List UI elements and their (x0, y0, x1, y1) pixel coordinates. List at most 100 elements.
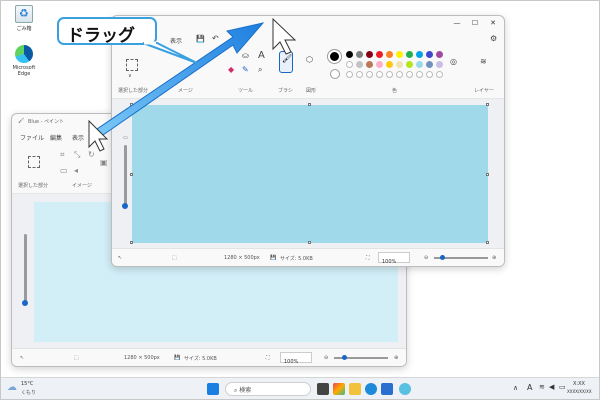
fit-icon[interactable]: ⛶ (266, 355, 270, 361)
desktop-icon-microsoft-edge[interactable]: Microsoft Edge (7, 45, 41, 77)
maximize-icon[interactable]: ☐ (468, 19, 482, 27)
color-swatch[interactable] (426, 51, 433, 58)
taskbar-search-box[interactable]: ⌕ 検索 (225, 382, 311, 396)
crop-icon[interactable]: ⌗ (60, 150, 65, 160)
weather-cloud-icon[interactable]: ☁ (7, 382, 17, 393)
resize-handle[interactable] (486, 173, 489, 176)
zoom-in-icon[interactable]: ⊕ (394, 355, 398, 361)
color-swatch[interactable] (436, 61, 443, 68)
color-swatch[interactable] (356, 51, 363, 58)
custom-color-slot[interactable] (426, 71, 433, 78)
resize-handle[interactable] (486, 241, 489, 244)
paint-taskbar-icon[interactable] (399, 383, 411, 395)
color-swatch[interactable] (376, 51, 383, 58)
resize-handle[interactable] (130, 241, 133, 244)
custom-color-slot[interactable] (376, 71, 383, 78)
undo-icon[interactable]: ↶ (212, 34, 219, 43)
flip-icon[interactable]: ◂ (74, 166, 78, 175)
color-swatch[interactable] (346, 51, 353, 58)
minimize-icon[interactable]: — (450, 19, 464, 27)
color-swatch[interactable] (346, 61, 353, 68)
custom-color-slot[interactable] (356, 71, 363, 78)
color-swatch[interactable] (386, 61, 393, 68)
rotate-icon[interactable]: ↻ (88, 150, 95, 159)
menu-view[interactable]: 表示 (72, 133, 84, 142)
custom-color-slot[interactable] (416, 71, 423, 78)
color-swatch[interactable] (386, 51, 393, 58)
zoom-out-icon[interactable]: ⊖ (424, 255, 428, 261)
select-tool-icon[interactable] (126, 59, 138, 71)
vertical-zoom-thumb[interactable] (22, 300, 28, 306)
menu-edit[interactable]: 編集 (50, 133, 62, 142)
zoom-level-select[interactable]: 100% (280, 352, 312, 365)
primary-color-swatch[interactable] (328, 50, 341, 63)
desktop-icon-recycle-bin[interactable]: ごみ箱 (7, 5, 41, 32)
volume-icon[interactable]: ◀ (549, 383, 554, 391)
chevron-down-icon[interactable]: ∨ (128, 73, 132, 79)
clock-time[interactable]: X:XX (573, 381, 585, 387)
color-swatch[interactable] (416, 51, 423, 58)
resize-handle[interactable] (130, 173, 133, 176)
zoom-slider-thumb[interactable] (342, 355, 347, 360)
clock-date[interactable]: XXXX/XX/XX (567, 389, 592, 394)
start-windows-icon[interactable] (207, 383, 219, 395)
ime-indicator[interactable]: A (527, 383, 532, 392)
layers-icon[interactable]: ≋ (480, 57, 487, 66)
color-swatch[interactable] (426, 61, 433, 68)
fit-icon[interactable]: ⛶ (366, 255, 370, 261)
color-swatch[interactable] (366, 51, 373, 58)
resize-handle[interactable] (486, 103, 489, 106)
text-tool-icon[interactable]: A (258, 50, 265, 61)
secondary-color-swatch[interactable] (330, 69, 340, 79)
custom-color-slot[interactable] (396, 71, 403, 78)
color-swatch[interactable] (396, 51, 403, 58)
eraser-icon[interactable]: ◆ (228, 65, 234, 74)
custom-color-slot[interactable] (386, 71, 393, 78)
task-view-icon[interactable] (317, 383, 329, 395)
image-tools-icon[interactable]: ▭ (60, 166, 68, 175)
menu-file[interactable]: ファイル (20, 133, 44, 142)
zoom-level-select[interactable]: 100% (378, 252, 410, 265)
magnifier-icon[interactable]: ⌕ (258, 65, 262, 75)
color-swatch[interactable] (406, 61, 413, 68)
color-picker-icon[interactable]: ✎ (242, 65, 249, 74)
file-explorer-icon[interactable] (349, 383, 361, 395)
custom-color-slot[interactable] (436, 71, 443, 78)
drawing-canvas[interactable] (132, 105, 488, 243)
edit-colors-icon[interactable]: ◎ (450, 57, 457, 66)
settings-gear-icon[interactable]: ⚙ (490, 34, 497, 43)
vertical-zoom-thumb[interactable] (122, 203, 128, 209)
battery-icon[interactable]: ▭ (559, 383, 566, 391)
shapes-icon[interactable]: ⬡ (306, 55, 313, 64)
custom-color-slot[interactable] (346, 71, 353, 78)
color-swatch[interactable] (396, 61, 403, 68)
title-bar[interactable]: — ☐ ✕ (112, 16, 504, 32)
vertical-zoom-slider[interactable] (24, 234, 27, 302)
brush-button[interactable]: 🖌 (279, 51, 293, 73)
resize-handle[interactable] (130, 103, 133, 106)
zoom-in-icon[interactable]: ⊕ (492, 255, 496, 261)
close-icon[interactable]: ✕ (486, 19, 500, 27)
resize-handle[interactable] (308, 241, 311, 244)
color-swatch[interactable] (436, 51, 443, 58)
custom-color-slot[interactable] (406, 71, 413, 78)
weather-temp[interactable]: 15°C (21, 381, 33, 387)
fill-bucket-icon[interactable]: ⛀ (242, 51, 249, 60)
color-swatch[interactable] (376, 61, 383, 68)
color-swatch[interactable] (416, 61, 423, 68)
weather-desc[interactable]: くもり (21, 389, 36, 396)
color-swatch[interactable] (356, 61, 363, 68)
store-icon[interactable] (381, 383, 393, 395)
color-swatch[interactable] (406, 51, 413, 58)
copilot-icon[interactable] (333, 383, 345, 395)
resize-handle[interactable] (308, 103, 311, 106)
color-swatch[interactable] (366, 61, 373, 68)
edge-taskbar-icon[interactable] (365, 383, 377, 395)
wifi-icon[interactable]: ≋ (539, 383, 545, 391)
image-gallery-icon[interactable]: ▣ (100, 158, 108, 167)
zoom-slider-thumb[interactable] (440, 255, 445, 260)
resize-icon[interactable]: ⤡ (74, 150, 80, 160)
select-tool-icon[interactable] (28, 156, 40, 168)
chevron-up-icon[interactable]: ∧ (513, 384, 518, 392)
vertical-zoom-slider[interactable] (124, 145, 127, 205)
